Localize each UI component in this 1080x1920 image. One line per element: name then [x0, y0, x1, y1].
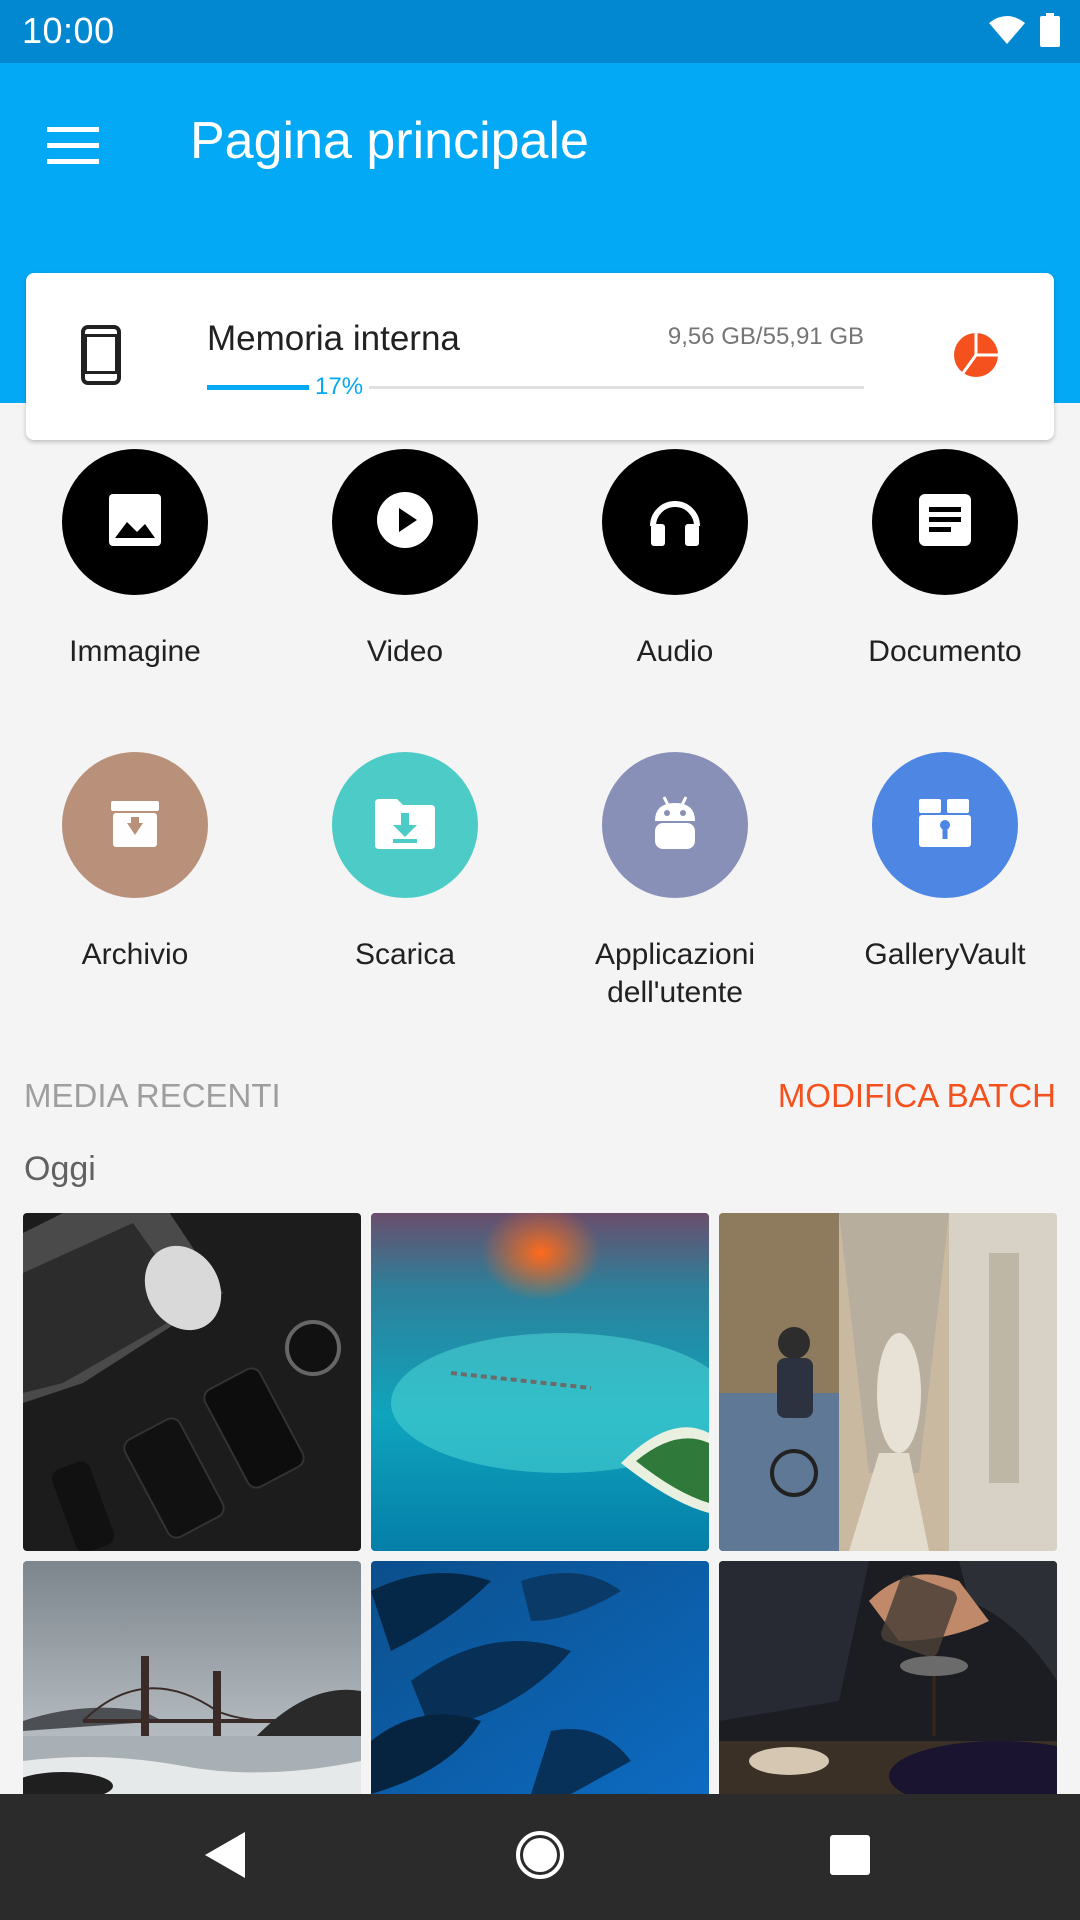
- category-documento-circle: [872, 449, 1018, 595]
- menu-icon: [47, 126, 99, 170]
- storage-analysis-button[interactable]: [944, 325, 1008, 389]
- batch-edit-button[interactable]: MODIFICA BATCH: [778, 1077, 1056, 1115]
- status-bar: 10:00: [0, 0, 1080, 63]
- category-audio[interactable]: Audio: [540, 449, 810, 671]
- category-galleryvault[interactable]: GalleryVault: [810, 752, 1080, 974]
- storage-size: 9,56 GB/55,91 GB: [667, 323, 864, 350]
- vault-icon: [917, 797, 973, 854]
- headphones-icon: [647, 492, 703, 553]
- date-group-label: Oggi: [24, 1150, 96, 1188]
- category-archivio[interactable]: Archivio: [0, 752, 270, 974]
- android-icon: [650, 793, 700, 858]
- category-immagine[interactable]: Immagine: [0, 449, 270, 671]
- page-title: Pagina principale: [190, 112, 589, 170]
- recent-media-title: MEDIA RECENTI: [24, 1077, 281, 1114]
- category-user-apps-circle: [602, 752, 748, 898]
- back-icon: [201, 1830, 249, 1885]
- category-scarica-circle: [332, 752, 478, 898]
- category-user-apps[interactable]: Applicazioni dell'utente: [540, 752, 810, 1012]
- archive-icon: [109, 797, 161, 854]
- back-button[interactable]: [195, 1827, 255, 1887]
- category-archivio-circle: [62, 752, 208, 898]
- category-video[interactable]: Video: [270, 449, 540, 671]
- recents-icon: [829, 1834, 871, 1881]
- category-label: Audio: [636, 635, 714, 668]
- storage-progress-fill: [207, 385, 319, 390]
- category-label: Applicazioni dell'utente: [594, 938, 756, 1009]
- document-icon: [919, 493, 971, 551]
- phone-icon: [81, 325, 121, 390]
- category-audio-circle: [602, 449, 748, 595]
- category-documento[interactable]: Documento: [810, 449, 1080, 671]
- image-icon: [109, 493, 161, 551]
- category-label: Archivio: [81, 938, 189, 971]
- category-video-circle: [332, 449, 478, 595]
- category-label: Scarica: [354, 938, 456, 971]
- category-immagine-circle: [62, 449, 208, 595]
- pie-chart-icon: [951, 330, 1001, 385]
- wifi-icon: [988, 15, 1026, 50]
- battery-icon: [1040, 13, 1060, 52]
- storage-percent: 17%: [309, 373, 370, 401]
- alley-cyclist-photo[interactable]: [719, 1213, 1057, 1551]
- category-label: GalleryVault: [864, 938, 1026, 971]
- home-icon: [515, 1830, 565, 1885]
- recents-button[interactable]: [820, 1827, 880, 1887]
- status-icons: [988, 13, 1060, 52]
- download-folder-icon: [375, 797, 435, 854]
- internal-storage-card[interactable]: Memoria interna 9,56 GB/55,91 GB 17%: [26, 273, 1054, 440]
- menu-button[interactable]: [28, 103, 118, 193]
- desk-devices-photo[interactable]: [23, 1213, 361, 1551]
- category-scarica[interactable]: Scarica: [270, 752, 540, 974]
- tropical-island-photo[interactable]: [371, 1213, 709, 1551]
- category-label: Documento: [868, 635, 1022, 668]
- category-label: Immagine: [69, 635, 201, 668]
- storage-label: Memoria interna: [207, 319, 460, 358]
- category-galleryvault-circle: [872, 752, 1018, 898]
- navigation-bar: [0, 1794, 1080, 1920]
- category-label: Video: [366, 635, 444, 668]
- home-button[interactable]: [510, 1827, 570, 1887]
- status-time: 10:00: [22, 10, 115, 51]
- app-bar: Pagina principale Memoria interna 9,56 G…: [0, 63, 1080, 440]
- play-icon: [377, 491, 433, 553]
